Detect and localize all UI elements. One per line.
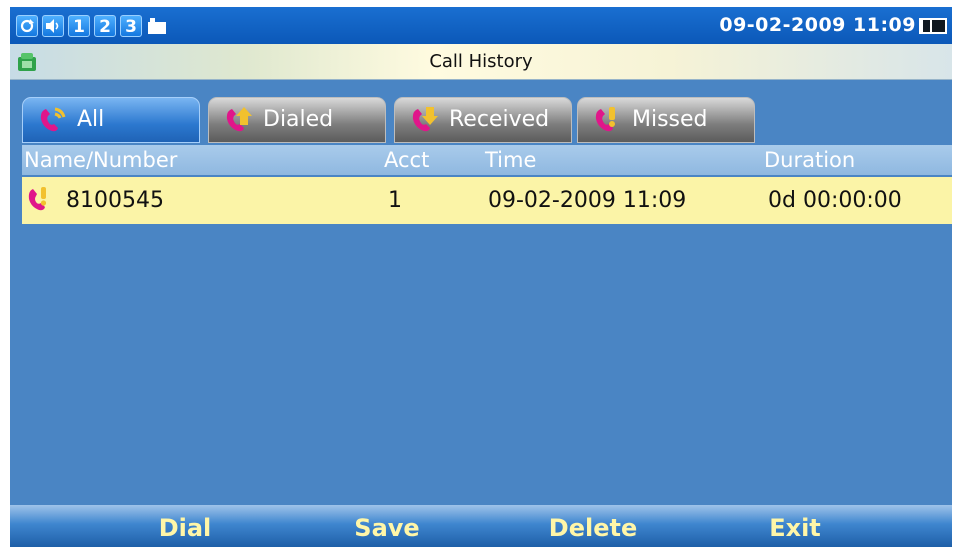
call-acct: 1 <box>388 188 402 213</box>
tab-label: Dialed <box>263 107 334 132</box>
exit-button[interactable]: Exit <box>740 505 850 547</box>
tab-missed[interactable]: Missed <box>577 97 755 143</box>
dialed-calls-icon <box>226 107 252 132</box>
missed-call-icon <box>28 187 47 211</box>
delete-button[interactable]: Delete <box>528 505 658 547</box>
line-3-indicator: 3 <box>120 15 142 37</box>
column-header-acct: Acct <box>384 148 430 172</box>
save-button[interactable]: Save <box>332 505 442 547</box>
tab-label: All <box>77 107 105 132</box>
tab-received[interactable]: Received <box>394 97 572 143</box>
speaker-icon <box>42 15 64 37</box>
tab-label: Received <box>449 107 550 132</box>
page-title: Call History <box>429 51 533 72</box>
missed-calls-icon <box>595 107 615 132</box>
battery-icon <box>919 18 947 34</box>
line-2-indicator: 2 <box>94 15 116 37</box>
call-duration: 0d 00:00:00 <box>768 188 902 213</box>
status-icons: 1 2 3 <box>16 13 168 39</box>
voicemail-icon <box>146 15 168 37</box>
call-time: 09-02-2009 11:09 <box>488 188 687 213</box>
column-header-time: Time <box>485 148 537 172</box>
tab-dialed[interactable]: Dialed <box>208 97 386 143</box>
tab-label: Missed <box>632 107 708 132</box>
line-1-indicator: 1 <box>68 15 90 37</box>
phone-screen: 1 2 3 09-02-2009 11:09 Call History All … <box>10 7 952 547</box>
status-bar: 1 2 3 09-02-2009 11:09 <box>10 7 952 44</box>
dial-button[interactable]: Dial <box>130 505 240 547</box>
sync-icon <box>16 15 38 37</box>
phone-book-icon <box>18 53 36 71</box>
column-header-duration: Duration <box>764 148 856 172</box>
softkey-bar: Dial Save Delete Exit <box>10 505 952 547</box>
column-header-name-number: Name/Number <box>24 148 178 172</box>
tab-all[interactable]: All <box>22 97 200 143</box>
table-row[interactable]: 8100545 1 09-02-2009 11:09 0d 00:00:00 <box>22 177 952 224</box>
all-calls-icon <box>40 107 66 132</box>
received-calls-icon <box>412 107 438 132</box>
table-header: Name/Number Acct Time Duration <box>22 145 952 175</box>
status-datetime: 09-02-2009 11:09 <box>719 14 916 36</box>
call-number: 8100545 <box>66 188 164 213</box>
title-bar: Call History <box>10 44 952 80</box>
